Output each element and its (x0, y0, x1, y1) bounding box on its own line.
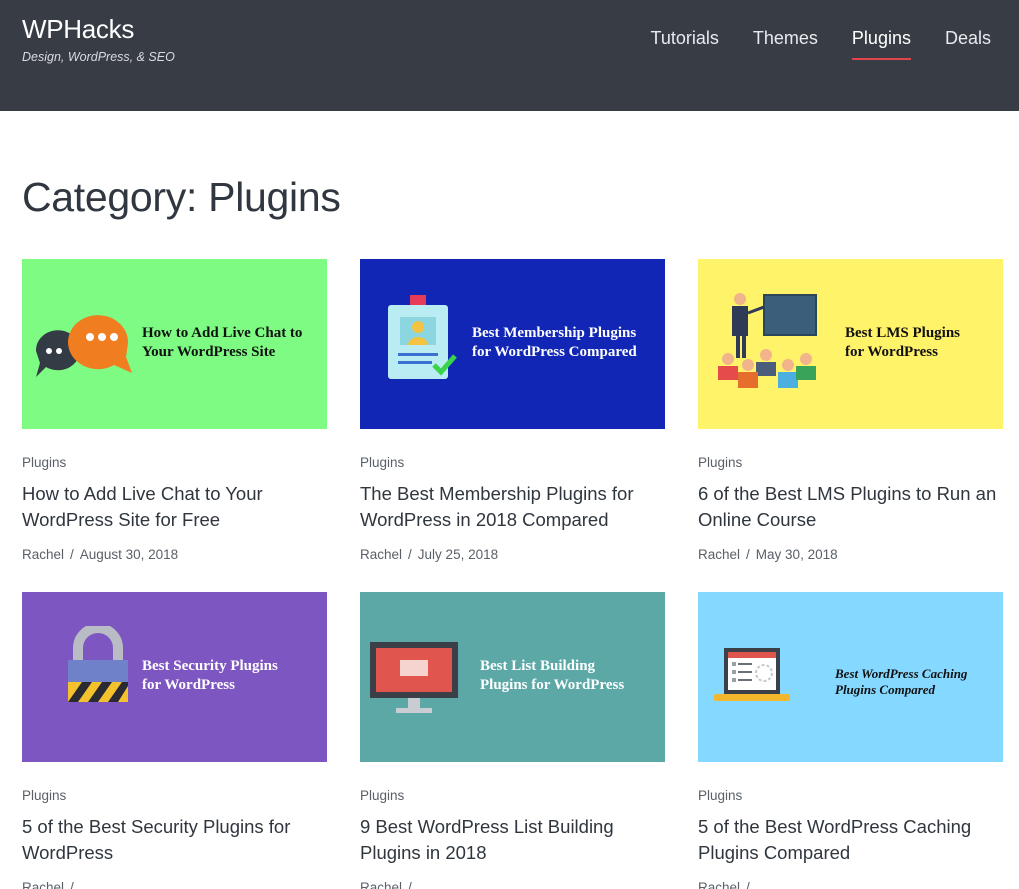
nav-item-themes[interactable]: Themes (753, 28, 818, 60)
post-category-link[interactable]: Plugins (22, 455, 327, 470)
member-badge-icon (388, 295, 457, 379)
post-category-link[interactable]: Plugins (22, 788, 327, 803)
post-category-link[interactable]: Plugins (698, 788, 1003, 803)
meta-separator: / (408, 547, 412, 562)
site-brand[interactable]: WPHacks Design, WordPress, & SEO (22, 14, 175, 64)
site-title[interactable]: WPHacks (22, 14, 175, 44)
meta-separator: / (746, 547, 750, 562)
post-author[interactable]: Rachel (698, 547, 740, 562)
classroom-icon (718, 293, 817, 388)
post-title-link[interactable]: 9 Best WordPress List Building Plugins i… (360, 814, 665, 866)
thumbnail-text: How to Add Live Chat to Your WordPress S… (142, 325, 303, 360)
post-thumbnail[interactable]: Best List Building Plugins for WordPress (360, 592, 665, 762)
post-card: Best Security Plugins for WordPress Plug… (22, 592, 327, 889)
post-thumbnail[interactable]: Best LMS Plugins for WordPress (698, 259, 1003, 429)
post-title-link[interactable]: How to Add Live Chat to Your WordPress S… (22, 481, 327, 533)
post-author[interactable]: Rachel (698, 880, 740, 889)
thumbnail-text: Best Membership Plugins for WordPress Co… (472, 325, 637, 360)
post-card: Best LMS Plugins for WordPress Plugins 6… (698, 259, 1003, 562)
post-thumbnail[interactable]: Best Security Plugins for WordPress (22, 592, 327, 762)
thumbnail-text: Best WordPress Caching Plugins Compared (835, 666, 968, 698)
post-meta: Rachel / May 30, 2018 (698, 547, 1003, 562)
site-tagline: Design, WordPress, & SEO (22, 50, 175, 64)
post-meta: Rachel / (360, 880, 665, 889)
nav-item-deals[interactable]: Deals (945, 28, 991, 60)
post-card: Best List Building Plugins for WordPress… (360, 592, 665, 889)
post-meta: Rachel / July 25, 2018 (360, 547, 665, 562)
post-meta: Rachel / August 30, 2018 (22, 547, 327, 562)
post-grid: How to Add Live Chat to Your WordPress S… (22, 259, 1003, 889)
post-title-link[interactable]: 5 of the Best Security Plugins for WordP… (22, 814, 327, 866)
meta-separator: / (70, 547, 74, 562)
post-author[interactable]: Rachel (22, 547, 64, 562)
post-title-link[interactable]: 6 of the Best LMS Plugins to Run an Onli… (698, 481, 1003, 533)
padlock-icon (68, 626, 128, 702)
post-meta: Rachel / (698, 880, 1003, 889)
laptop-icon (714, 648, 790, 701)
post-card: How to Add Live Chat to Your WordPress S… (22, 259, 327, 562)
nav-item-tutorials[interactable]: Tutorials (651, 28, 719, 60)
meta-separator: / (408, 880, 412, 889)
thumbnail-text: Best Security Plugins for WordPress (142, 658, 278, 693)
thumbnail-text: Best List Building Plugins for WordPress (480, 658, 625, 693)
post-category-link[interactable]: Plugins (698, 455, 1003, 470)
post-date: August 30, 2018 (79, 547, 179, 562)
post-thumbnail[interactable]: Best WordPress Caching Plugins Compared (698, 592, 1003, 762)
main-nav: Tutorials Themes Plugins Deals (617, 28, 991, 60)
post-title-link[interactable]: 5 of the Best WordPress Caching Plugins … (698, 814, 1003, 866)
post-thumbnail[interactable]: Best Membership Plugins for WordPress Co… (360, 259, 665, 429)
post-date: July 25, 2018 (417, 547, 499, 562)
post-thumbnail[interactable]: How to Add Live Chat to Your WordPress S… (22, 259, 327, 429)
post-author[interactable]: Rachel (360, 547, 402, 562)
chat-bubbles-icon (35, 315, 132, 377)
meta-separator: / (746, 880, 750, 889)
page-title: Category: Plugins (22, 174, 341, 220)
post-date: May 30, 2018 (755, 547, 838, 562)
monitor-icon (370, 642, 458, 713)
post-author[interactable]: Rachel (22, 880, 64, 889)
meta-separator: / (70, 880, 74, 889)
post-category-link[interactable]: Plugins (360, 788, 665, 803)
post-card: Best WordPress Caching Plugins Compared … (698, 592, 1003, 889)
post-card: Best Membership Plugins for WordPress Co… (360, 259, 665, 562)
post-author[interactable]: Rachel (360, 880, 402, 889)
nav-item-plugins[interactable]: Plugins (851, 28, 911, 60)
post-category-link[interactable]: Plugins (360, 455, 665, 470)
post-meta: Rachel / (22, 880, 327, 889)
post-title-link[interactable]: The Best Membership Plugins for WordPres… (360, 481, 665, 533)
site-header: WPHacks Design, WordPress, & SEO Tutoria… (0, 0, 1019, 111)
thumbnail-text: Best LMS Plugins for WordPress (845, 325, 961, 360)
